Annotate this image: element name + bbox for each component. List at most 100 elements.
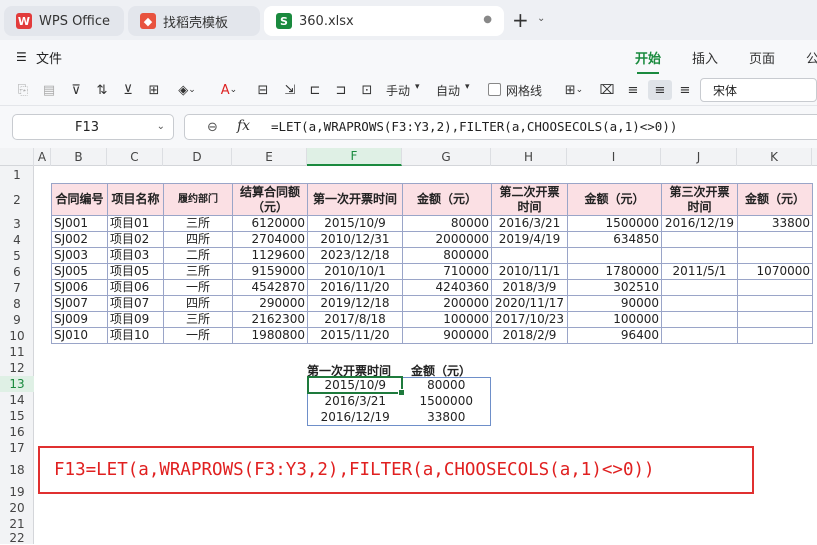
zoom-search-icon[interactable]: ⊖ [207,120,218,135]
gridlines-checkbox[interactable] [488,83,501,96]
cell[interactable]: 1129600 [232,247,308,264]
row-header[interactable]: 21 [0,516,34,532]
tab-close-dot-icon[interactable]: ● [483,14,492,25]
wrap-icon[interactable]: ⊏ [306,80,324,100]
column-header[interactable]: H [491,148,567,166]
formula-input[interactable]: ⊖ fx =LET(a,WRAPROWS(F3:Y3,2),FILTER(a,C… [184,114,817,140]
cell[interactable]: 项目05 [107,263,164,280]
name-box[interactable]: F13 ⌄ [12,114,174,140]
cell[interactable] [661,247,738,264]
hamburger-menu-icon[interactable]: ☰ [16,50,27,64]
row-header[interactable]: 17 [0,440,34,456]
cell[interactable] [737,279,813,296]
cell[interactable]: 1980800 [232,327,308,344]
cell[interactable]: 2016/3/21 [491,215,568,232]
cell[interactable]: 2015/10/9 [307,215,403,232]
auto-filter-icon[interactable]: ⊻ [118,80,138,100]
cell[interactable]: 302510 [567,279,662,296]
row-header[interactable]: 5 [0,248,34,264]
result-cell[interactable]: 2016/12/19 [308,410,403,426]
merge-icon[interactable]: ⊟ [254,80,272,100]
menu-file[interactable]: 文件 [36,48,62,67]
cell[interactable]: 90000 [567,295,662,312]
cell[interactable]: 900000 [402,327,492,344]
chevron-down-icon[interactable]: ⌄ [537,13,545,24]
cell[interactable]: 290000 [232,295,308,312]
cell[interactable]: SJ007 [51,295,108,312]
cell[interactable] [661,311,738,328]
row-header[interactable]: 6 [0,264,34,280]
cell[interactable]: SJ005 [51,263,108,280]
header-cell[interactable]: 第二次开票时间 [491,183,568,216]
row-header[interactable]: 8 [0,296,34,312]
row-header-selected[interactable]: 13 [0,376,34,392]
cell[interactable]: 2017/8/18 [307,311,403,328]
cell[interactable]: 项目02 [107,231,164,248]
cell[interactable]: 6120000 [232,215,308,232]
cell[interactable] [737,311,813,328]
result-cell[interactable]: 80000 [403,378,491,394]
cell[interactable] [737,295,813,312]
cell[interactable]: 1070000 [737,263,813,280]
column-header[interactable]: D [163,148,232,166]
row-header[interactable]: 20 [0,500,34,516]
new-tab-plus-icon[interactable]: + [512,8,529,32]
cell[interactable]: SJ010 [51,327,108,344]
cell[interactable]: 项目07 [107,295,164,312]
cell[interactable]: 四所 [163,231,233,248]
cell[interactable]: 2162300 [232,311,308,328]
column-header[interactable]: I [567,148,661,166]
cell[interactable]: 1500000 [567,215,662,232]
header-cell[interactable]: 第一次开票时间 [307,183,403,216]
chevron-down-icon[interactable]: ▾ [415,82,420,92]
cell[interactable] [661,295,738,312]
result-cell[interactable]: 2015/10/9 [308,378,403,394]
tab-wps-office[interactable]: W WPS Office [4,6,124,36]
column-header[interactable]: A [34,148,51,166]
cell[interactable]: 4240360 [402,279,492,296]
ribbon-tab-home[interactable]: 开始 [635,48,661,74]
cell[interactable] [737,247,813,264]
cell[interactable]: 100000 [402,311,492,328]
row-header[interactable]: 3 [0,216,34,232]
cell[interactable]: 项目03 [107,247,164,264]
cell[interactable]: 200000 [402,295,492,312]
cell[interactable]: 二所 [163,247,233,264]
cell[interactable]: 2016/11/20 [307,279,403,296]
result-cell[interactable]: 2016/3/21 [308,394,403,410]
cell[interactable] [661,231,738,248]
cell[interactable]: 634850 [567,231,662,248]
header-cell[interactable]: 履约部门 [163,183,233,216]
cell[interactable]: 2010/10/1 [307,263,403,280]
row-header[interactable]: 19 [0,484,34,500]
cell[interactable]: 四所 [163,295,233,312]
cell[interactable]: 2018/2/9 [491,327,568,344]
cell[interactable] [737,327,813,344]
row-header[interactable]: 11 [0,344,34,360]
row-header[interactable]: 16 [0,424,34,440]
cell[interactable]: SJ006 [51,279,108,296]
row-header[interactable]: 9 [0,312,34,328]
clear-format-icon[interactable]: ⌧ [598,80,616,100]
cell[interactable]: 96400 [567,327,662,344]
ribbon-tab-insert[interactable]: 插入 [692,48,718,67]
align-center-icon[interactable]: ≡ [648,80,672,100]
cell[interactable]: 2017/10/23 [491,311,568,328]
cell[interactable]: 2016/12/19 [661,215,738,232]
cell[interactable] [491,247,568,264]
table-style-icon[interactable]: ⊞ ⌄ [560,80,588,100]
cell[interactable]: 2015/11/20 [307,327,403,344]
cell[interactable]: 三所 [163,311,233,328]
ribbon-tab-page[interactable]: 页面 [749,48,775,67]
column-header[interactable]: B [51,148,107,166]
cell[interactable]: SJ003 [51,247,108,264]
cell[interactable]: 三所 [163,215,233,232]
cell[interactable]: 2020/11/17 [491,295,568,312]
cell[interactable]: 2023/12/18 [307,247,403,264]
row-header[interactable]: 18 [0,456,34,484]
border-icon[interactable]: ⊞ [145,80,163,100]
cell[interactable]: 710000 [402,263,492,280]
cell[interactable] [661,327,738,344]
cell[interactable]: 项目06 [107,279,164,296]
insert-cells-icon[interactable]: ⊡ [358,80,376,100]
